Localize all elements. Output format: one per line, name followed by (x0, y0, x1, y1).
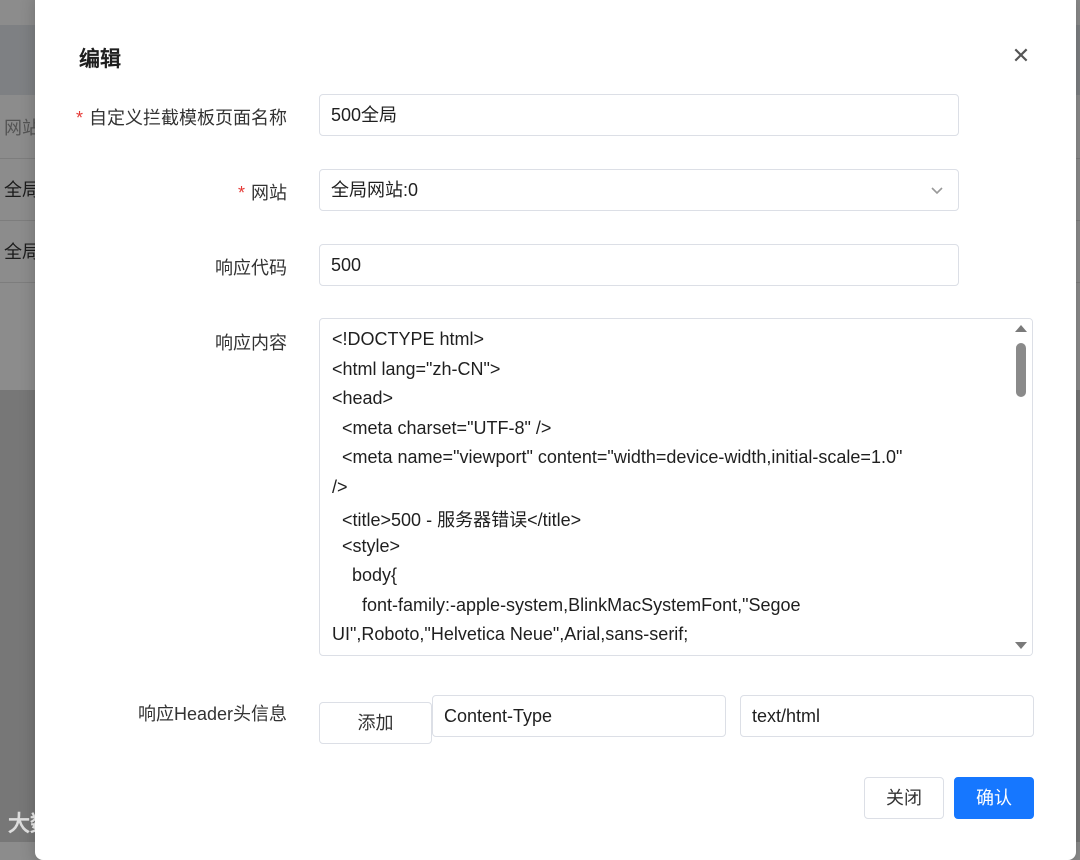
watermark-logo: 大数跨境 (8, 806, 96, 838)
code-label: 响应代码 (215, 254, 287, 280)
code-line: body{ (332, 565, 398, 585)
headers-label-text: 响应Header头信息 (137, 704, 287, 724)
close-icon[interactable]: ✕ (1008, 43, 1034, 69)
header-key-value: Content-Type (444, 706, 553, 726)
confirm-button[interactable]: 确认 (954, 777, 1034, 819)
site-select[interactable]: 全局网站:0 (319, 169, 959, 211)
site-select-value: 全局网站:0 (331, 180, 419, 200)
code-line: <meta charset="UTF-8" /> (332, 418, 552, 438)
header-key-input[interactable]: Content-Type (432, 695, 726, 737)
name-label: * 自定义拦截模板页面名称 (76, 104, 287, 130)
required-mark: * (237, 183, 245, 203)
content-textarea[interactable]: <!DOCTYPE html> <html lang="zh-CN"> <hea… (319, 318, 1033, 656)
scroll-up-icon[interactable] (1015, 325, 1027, 332)
scroll-thumb[interactable] (1016, 343, 1026, 397)
cancel-button[interactable]: 关闭 (864, 777, 944, 819)
scroll-down-icon[interactable] (1015, 642, 1027, 649)
name-label-text: 自定义拦截模板页面名称 (89, 108, 287, 128)
code-line: <title>500 - 服务器错误</title> (332, 510, 582, 530)
add-header-button[interactable]: 添加 (319, 702, 432, 744)
code-line: font-family:-apple-system,BlinkMacSystem… (332, 595, 801, 615)
code-line: <style> (332, 536, 401, 556)
site-label: * 网站 (238, 179, 287, 205)
header-value-value: text/html (752, 706, 821, 726)
code-line: <meta name="viewport" content="width=dev… (332, 447, 903, 467)
code-line: <head> (332, 388, 394, 408)
site-label-text: 网站 (251, 183, 287, 203)
edit-dialog: 编辑 ✕ * 自定义拦截模板页面名称 500全局 * 网站 全局网站:0 响应代码 … (35, 0, 1076, 860)
required-mark: * (75, 108, 83, 128)
dialog-title: 编辑 (79, 48, 121, 71)
chevron-down-icon (931, 187, 943, 195)
headers-label: 响应Header头信息 (138, 700, 287, 726)
code-line: <html lang="zh-CN"> (332, 359, 501, 379)
textarea-scrollbar[interactable] (1010, 319, 1032, 655)
code-input-value: 500 (331, 255, 362, 275)
content-label: 响应内容 (215, 329, 287, 355)
content-label-text: 响应内容 (215, 333, 287, 353)
watermark-text: 大数跨境 (8, 811, 97, 836)
header-value-input[interactable]: text/html (740, 695, 1034, 737)
code-input[interactable]: 500 (319, 244, 959, 286)
name-input-value: 500全局 (331, 105, 398, 125)
code-label-text: 响应代码 (215, 258, 287, 278)
name-input[interactable]: 500全局 (319, 94, 959, 136)
code-line: /> (332, 477, 348, 497)
code-line: <!DOCTYPE html> (332, 329, 485, 349)
code-line: UI",Roboto,"Helvetica Neue",Arial,sans-s… (332, 624, 689, 644)
